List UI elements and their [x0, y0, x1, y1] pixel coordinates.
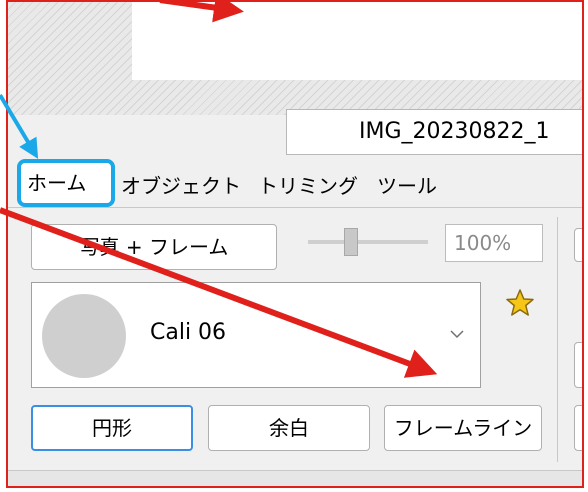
tab-tools[interactable]: ツール: [377, 169, 437, 203]
status-strip: [8, 470, 582, 486]
zoom-slider-track[interactable]: [308, 240, 428, 244]
truncated-control[interactable]: [574, 405, 582, 451]
title-panel: [132, 2, 582, 80]
frame-name: Cali 06: [150, 320, 227, 345]
truncated-control[interactable]: [574, 342, 582, 388]
photo-frame-button[interactable]: 写真 + フレーム: [31, 224, 277, 270]
frame-thumbnail: [42, 294, 126, 378]
star-icon[interactable]: [505, 288, 535, 318]
circle-button[interactable]: 円形: [31, 405, 193, 451]
ribbon-divider: [8, 207, 582, 208]
zoom-input[interactable]: 100%: [445, 224, 543, 262]
tab-trimming[interactable]: トリミング: [258, 169, 358, 203]
truncated-control[interactable]: [574, 228, 582, 262]
tab-home[interactable]: ホーム: [17, 159, 115, 207]
tab-object[interactable]: オブジェクト: [121, 169, 241, 203]
app-window: IMG_20230822_1 ホーム オブジェクト トリミング ツール 写真 +…: [6, 0, 584, 488]
group-separator: [557, 217, 558, 462]
file-tab[interactable]: IMG_20230822_1: [286, 109, 582, 155]
margin-button[interactable]: 余白: [208, 405, 370, 451]
chevron-down-icon[interactable]: [450, 327, 464, 341]
frame-line-button[interactable]: フレームライン: [384, 405, 542, 451]
frame-select-dropdown[interactable]: Cali 06: [31, 282, 481, 388]
zoom-slider-thumb[interactable]: [344, 228, 358, 256]
